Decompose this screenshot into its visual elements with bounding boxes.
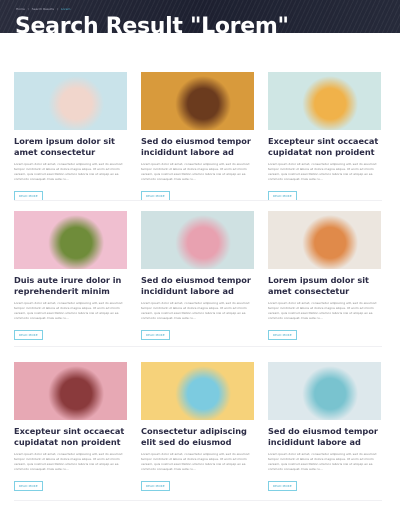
post-image[interactable] [14, 362, 127, 420]
post-card: Excepteur sint occaecat cupidatat non pr… [14, 362, 127, 491]
post-title[interactable]: Consectetur adipiscing elit sed do eiusm… [141, 426, 254, 448]
breadcrumb-sep: / [56, 7, 58, 11]
post-card: Duis aute irure dolor in reprehenderit m… [14, 211, 127, 340]
divider [14, 500, 382, 501]
post-title[interactable]: Lorem ipsum dolor sit amet consectetur [268, 275, 381, 297]
post-title[interactable]: Sed do eiusmod tempor incididunt labore … [141, 275, 254, 297]
read-more-button[interactable]: READ MORE [14, 481, 43, 491]
post-excerpt: Lorem ipsum dolor sit amet, consectetur … [268, 162, 377, 181]
read-more-button[interactable]: READ MORE [14, 330, 43, 340]
post-row: Lorem ipsum dolor sit amet consectetur L… [14, 72, 382, 201]
post-card: Sed do eiusmod tempor incididunt labore … [141, 211, 254, 340]
divider [14, 346, 382, 347]
post-excerpt: Lorem ipsum dolor sit amet, consectetur … [268, 301, 377, 320]
post-image[interactable] [141, 72, 254, 130]
post-row: Duis aute irure dolor in reprehenderit m… [14, 211, 382, 340]
post-excerpt: Lorem ipsum dolor sit amet, consectetur … [141, 162, 250, 181]
post-excerpt: Lorem ipsum dolor sit amet, consectetur … [14, 452, 123, 471]
breadcrumb-search[interactable]: Search Results [32, 7, 54, 11]
post-image[interactable] [14, 72, 127, 130]
post-excerpt: Lorem ipsum dolor sit amet, consectetur … [268, 452, 377, 471]
read-more-button[interactable]: READ MORE [141, 481, 170, 491]
post-title[interactable]: Sed do eiusmod tempor incididunt labore … [268, 426, 381, 448]
post-image[interactable] [14, 211, 127, 269]
read-more-button[interactable]: READ MORE [268, 481, 297, 491]
post-title[interactable]: Lorem ipsum dolor sit amet consectetur [14, 136, 127, 158]
post-excerpt: Lorem ipsum dolor sit amet, consectetur … [141, 301, 250, 320]
post-card: Consectetur adipiscing elit sed do eiusm… [141, 362, 254, 491]
post-title[interactable]: Duis aute irure dolor in reprehenderit m… [14, 275, 127, 297]
read-more-button[interactable]: READ MORE [268, 330, 297, 340]
post-card: Lorem ipsum dolor sit amet consectetur L… [268, 211, 381, 340]
post-title[interactable]: Excepteur sint occaecat cupidatat non pr… [14, 426, 127, 448]
post-title[interactable]: Excepteur sint occaecat cupidatat non pr… [268, 136, 381, 158]
read-more-button[interactable]: READ MORE [141, 330, 170, 340]
post-card: Sed do eiusmod tempor incididunt labore … [141, 72, 254, 201]
post-image[interactable] [141, 211, 254, 269]
post-excerpt: Lorem ipsum dolor sit amet, consectetur … [14, 301, 123, 320]
page-header: Home / Search Results / Lorem Search Res… [0, 0, 400, 33]
post-excerpt: Lorem ipsum dolor sit amet, consectetur … [14, 162, 123, 181]
post-row: Excepteur sint occaecat cupidatat non pr… [14, 362, 382, 491]
post-image[interactable] [268, 72, 381, 130]
breadcrumb: Home / Search Results / Lorem [16, 7, 70, 11]
post-excerpt: Lorem ipsum dolor sit amet, consectetur … [141, 452, 250, 471]
post-image[interactable] [141, 362, 254, 420]
breadcrumb-home[interactable]: Home [16, 7, 25, 11]
divider [14, 200, 382, 201]
post-card: Excepteur sint occaecat cupidatat non pr… [268, 72, 381, 201]
post-card: Lorem ipsum dolor sit amet consectetur L… [14, 72, 127, 201]
post-title[interactable]: Sed do eiusmod tempor incididunt labore … [141, 136, 254, 158]
breadcrumb-current: Lorem [60, 7, 71, 11]
post-card: Sed do eiusmod tempor incididunt labore … [268, 362, 381, 491]
page-title: Search Result "Lorem" [15, 14, 289, 33]
breadcrumb-sep: / [27, 7, 29, 11]
post-image[interactable] [268, 362, 381, 420]
post-image[interactable] [268, 211, 381, 269]
